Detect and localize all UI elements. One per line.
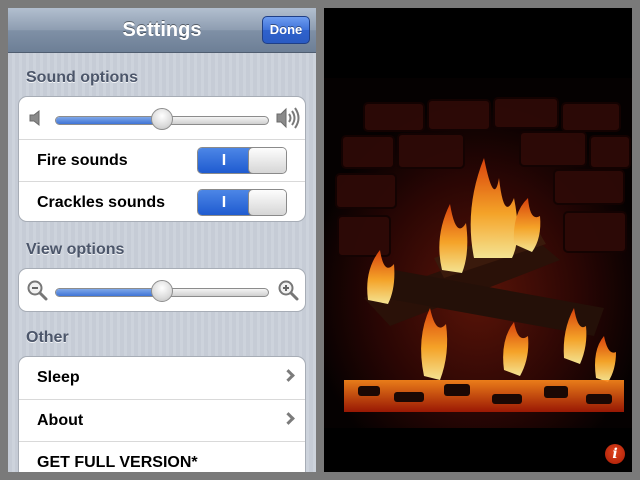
volume-row xyxy=(19,97,305,139)
fire-sounds-row: Fire sounds I xyxy=(19,139,305,181)
settings-screen: Settings Done Sound options Fire sounds … xyxy=(8,8,316,472)
section-header-view-options: View options xyxy=(26,241,125,258)
zoom-in-icon xyxy=(277,279,299,306)
fire-sounds-toggle[interactable]: I xyxy=(197,147,287,174)
get-full-version-row[interactable]: GET FULL VERSION* xyxy=(19,441,305,472)
other-group: Sleep About GET FULL VERSION* xyxy=(18,356,306,472)
get-full-version-label: GET FULL VERSION* xyxy=(37,454,198,471)
sound-options-group: Fire sounds I Crackles sounds I xyxy=(18,96,306,222)
view-options-group xyxy=(18,268,306,312)
zoom-slider-fill xyxy=(56,289,163,296)
crackles-sounds-toggle-knob xyxy=(248,190,286,215)
zoom-slider-thumb[interactable] xyxy=(151,280,173,302)
navigation-bar: Settings Done xyxy=(8,8,316,53)
zoom-row xyxy=(19,269,305,311)
chevron-right-icon xyxy=(282,412,295,425)
crackles-sounds-row: Crackles sounds I xyxy=(19,181,305,221)
volume-slider-fill xyxy=(56,117,163,124)
fireplace-image xyxy=(324,8,632,472)
zoom-out-icon xyxy=(26,279,48,306)
crackles-sounds-label: Crackles sounds xyxy=(37,194,166,211)
fire-sounds-toggle-on-label: I xyxy=(221,152,227,169)
sleep-row[interactable]: Sleep xyxy=(19,357,305,399)
info-icon[interactable]: i xyxy=(605,444,625,464)
fire-sounds-label: Fire sounds xyxy=(37,152,128,169)
section-header-other: Other xyxy=(26,329,69,346)
done-button[interactable]: Done xyxy=(262,16,310,44)
volume-slider-thumb[interactable] xyxy=(151,108,173,130)
chevron-right-icon xyxy=(282,369,295,382)
fireplace-screen: i xyxy=(324,8,632,472)
fire-sounds-toggle-knob xyxy=(248,148,286,173)
speaker-high-icon xyxy=(275,106,303,135)
section-header-sound-options: Sound options xyxy=(26,69,138,86)
about-label: About xyxy=(37,412,84,429)
speaker-low-icon xyxy=(28,109,44,132)
crackles-sounds-toggle-on-label: I xyxy=(221,194,227,211)
crackles-sounds-toggle[interactable]: I xyxy=(197,189,287,216)
about-row[interactable]: About xyxy=(19,399,305,441)
sleep-label: Sleep xyxy=(37,369,80,386)
